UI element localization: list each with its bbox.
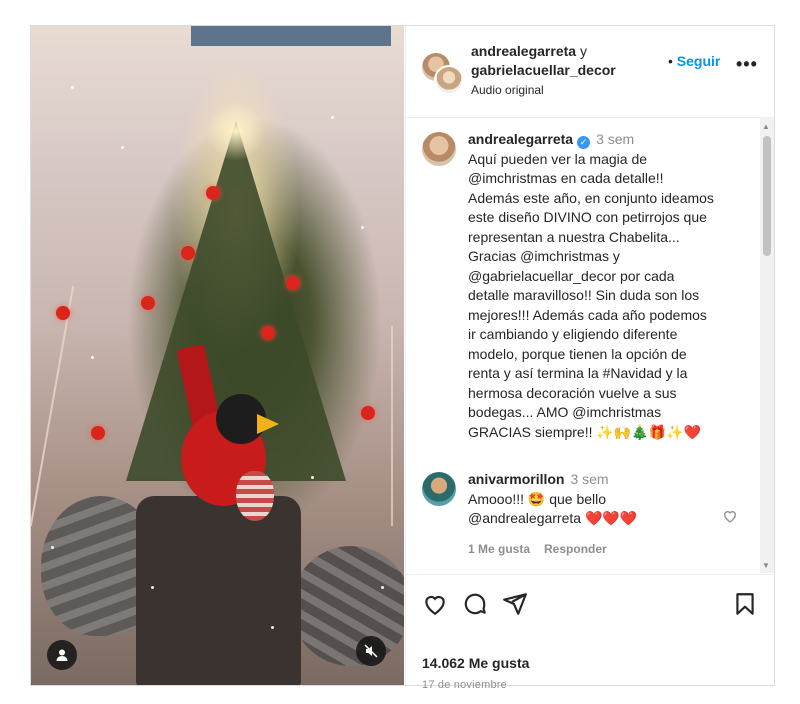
- commenter-avatar[interactable]: [422, 472, 456, 506]
- snow-sparkle: [381, 586, 384, 589]
- snow-sparkle: [71, 86, 74, 89]
- ornament: [206, 186, 220, 200]
- caption-line: renta y así termina la #Navidad y la: [468, 365, 688, 381]
- author-joiner: y: [576, 43, 587, 59]
- acorn-ornament: [236, 471, 274, 521]
- author-username-2[interactable]: gabrielacuellar_decor: [471, 62, 616, 78]
- scroll-down-arrow[interactable]: ▼: [762, 561, 770, 570]
- snow-sparkle: [91, 356, 94, 359]
- post-authors: andrealegarreta y gabrielacuellar_decor: [471, 42, 616, 80]
- caption-time[interactable]: 3 sem: [596, 131, 634, 147]
- caption-line: representan a nuestra Chabelita...: [468, 228, 680, 245]
- more-options-button[interactable]: •••: [736, 54, 758, 75]
- ceiling-window: [191, 26, 391, 46]
- comment-likes[interactable]: 1 Me gusta: [468, 542, 530, 556]
- snow-sparkle: [121, 146, 124, 149]
- follow-button[interactable]: • Seguir: [668, 53, 720, 69]
- audio-label[interactable]: Audio original: [471, 83, 544, 97]
- caption-line: Gracias @imchristmas y: [468, 248, 620, 264]
- caption-line: Además este año, en conjunto ideamos: [468, 189, 714, 206]
- caption-line: detalle maravilloso!! Sin duda son los: [468, 287, 700, 303]
- caption-line: @gabrielacuellar_decor por cada: [468, 267, 675, 284]
- comment-meta: 1 Me gusta Responder: [468, 542, 621, 556]
- ornament: [56, 306, 70, 320]
- caption-line: modelo, porque tienen la opción de: [468, 345, 687, 362]
- post-sidebar: andrealegarreta y gabrielacuellar_decor …: [405, 26, 775, 691]
- avatar-gabrielacuellar[interactable]: [434, 65, 464, 95]
- comment-icon[interactable]: [462, 591, 488, 617]
- snow-sparkle: [271, 626, 274, 629]
- ornament: [261, 326, 275, 340]
- ornament: [91, 426, 105, 440]
- caption-line: GRACIAS siempre!! ✨🙌🎄🎁✨❤️: [468, 423, 701, 440]
- ornament: [181, 246, 195, 260]
- cardinal-beak: [257, 414, 279, 434]
- comment-username[interactable]: anivarmorillon: [468, 471, 564, 487]
- mute-button[interactable]: [356, 636, 386, 666]
- share-icon[interactable]: [502, 591, 528, 617]
- scroll-up-arrow[interactable]: ▲: [762, 122, 770, 131]
- caption-line: hermosa decoración vuelve a sus: [468, 384, 677, 401]
- like-count[interactable]: 14.062 Me gusta: [422, 655, 529, 671]
- caption-line: ir cambiando y eligiendo diferente: [468, 326, 678, 342]
- snow-sparkle: [361, 226, 364, 229]
- ornament: [286, 276, 300, 290]
- caption-line: este diseño DIVINO con petirrojos que: [468, 209, 707, 225]
- caption: andrealegarreta ✓ 3 sem Aquí pueden ver la…: [468, 130, 748, 442]
- post-header: andrealegarreta y gabrielacuellar_decor …: [406, 26, 775, 118]
- caption-avatar[interactable]: [422, 132, 456, 166]
- comments-section: andrealegarreta ✓ 3 sem Aquí pueden ver la…: [406, 118, 775, 573]
- follow-label: Seguir: [676, 53, 721, 69]
- comment-line: Amooo!!! 🤩 que bello: [468, 490, 607, 507]
- caption-line: @imchristmas en cada detalle!!: [468, 170, 664, 186]
- post-date[interactable]: 17 de noviembre: [422, 679, 507, 691]
- tree-stump: [136, 496, 301, 685]
- ornament: [361, 406, 375, 420]
- comment: anivarmorillon 3 sem Amooo!!! 🤩 que bello…: [468, 470, 748, 529]
- comment-time[interactable]: 3 sem: [570, 471, 608, 487]
- snow-sparkle: [331, 116, 334, 119]
- author-username-1[interactable]: andrealegarreta: [471, 43, 576, 59]
- tagged-users-button[interactable]: [47, 640, 77, 670]
- comment-line: @andrealegarreta ❤️❤️❤️: [468, 510, 638, 526]
- post-video[interactable]: [31, 26, 404, 685]
- user-icon: [56, 649, 68, 661]
- snow-sparkle: [51, 546, 54, 549]
- snow-sparkle: [311, 476, 314, 479]
- separator-dot: •: [668, 53, 677, 69]
- caption-line: mejores!!! Además cada año podemos: [468, 306, 707, 323]
- heart-icon[interactable]: [422, 591, 448, 617]
- ornament: [141, 296, 155, 310]
- caption-username[interactable]: andrealegarreta: [468, 131, 573, 147]
- reply-button[interactable]: Responder: [544, 542, 607, 556]
- tree-topper: [206, 101, 266, 161]
- snow-sparkle: [151, 586, 154, 589]
- more-icon: •••: [736, 54, 758, 74]
- post-dialog: andrealegarreta y gabrielacuellar_decor …: [30, 25, 775, 691]
- pinecone-right: [291, 546, 404, 666]
- caption-line: bodegas... AMO @imchristmas: [468, 404, 662, 420]
- mute-icon: [364, 644, 378, 658]
- caption-line: Aquí pueden ver la magia de: [468, 150, 648, 167]
- scroll-thumb[interactable]: [763, 136, 771, 256]
- verified-icon: ✓: [577, 136, 591, 149]
- bookmark-icon[interactable]: [732, 591, 758, 617]
- post-actions: 14.062 Me gusta 17 de noviembre: [406, 574, 775, 691]
- comment-like-heart-icon[interactable]: [722, 508, 738, 524]
